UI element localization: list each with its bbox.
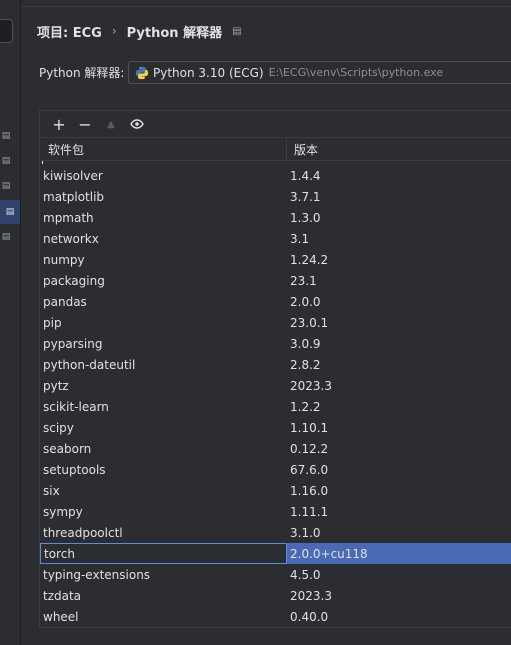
add-package-button[interactable]: + [46,113,72,135]
package-name-cell: scipy [43,420,74,435]
breadcrumb-page: Python 解释器 [126,25,223,41]
package-version-cell: 1.4.4 [290,168,321,183]
package-name-cell: pip [43,315,62,330]
package-version-cell: 3.0.9 [290,336,321,351]
interpreter-select[interactable]: Python 3.10 (ECG) E:\ECG\venv\Scripts\py… [128,61,511,84]
show-early-releases-button[interactable] [124,113,150,135]
package-name-cell: networkx [43,231,99,246]
package-name-cell: setuptools [43,462,106,477]
package-version-cell: 1.3.0 [290,210,321,225]
package-version-cell: 1.11.1 [290,504,329,519]
table-row[interactable]: seaborn 0.12.2 [40,438,511,459]
package-version-cell: 1.24.2 [290,252,329,267]
breadcrumb-project[interactable]: 项目: ECG [37,22,102,41]
divider [21,6,511,7]
interpreter-label: Python 解释器: [39,66,125,80]
package-name-cell: seaborn [43,441,92,456]
table-header: 软件包 版本 [40,137,511,161]
package-name-cell: typing-extensions [43,567,151,582]
package-version-cell: 2.0.0 [290,294,321,309]
settings-search-field[interactable] [0,19,13,43]
table-row[interactable]: mpmath 1.3.0 [40,207,511,228]
package-name-cell: python-dateutil [43,357,136,372]
table-row[interactable]: pandas 2.0.0 [40,291,511,312]
package-version-cell: 23.1 [290,273,317,288]
package-version-cell: 1.16.0 [290,483,329,498]
table-row[interactable]: scipy 1.10.1 [40,417,511,438]
package-table: kiwisolver 1.4.4 matplotlib 3.7.1 mpmath 1.3.… [40,165,511,627]
package-name-cell: pandas [43,294,87,309]
package-name-cell: kiwisolver [43,168,103,183]
table-row[interactable]: threadpoolctl 3.1.0 [40,522,511,543]
interpreter-path: E:\ECG\venv\Scripts\python.exe [268,66,444,79]
interpreter-name: Python 3.10 (ECG) [153,65,264,80]
settings-page-icon[interactable]: ▤ [1,132,11,141]
package-version-cell: 2.0.0+cu118 [287,543,511,564]
package-name-cell: pyparsing [43,336,103,351]
package-panel: + − ▲ 软件包 版本 kiwisolver 1.4.4 matplotlib 3.… [39,110,511,628]
package-name-cell: six [43,483,60,498]
settings-sidebar: ▤ ▤ ▤ ▤ ▤ [0,0,21,645]
package-name-cell: numpy [43,252,85,267]
package-version-cell: 4.5.0 [290,567,321,582]
package-name-cell: tzdata [43,588,82,603]
text-cursor [42,161,43,164]
package-name-cell: scikit-learn [43,399,109,414]
table-row[interactable]: packaging 23.1 [40,270,511,291]
package-version-cell: 23.0.1 [290,315,329,330]
package-version-cell: 3.1 [290,231,310,246]
project-scope-icon: ▤ [232,25,242,37]
package-name-cell: packaging [43,273,105,288]
table-row[interactable]: python-dateutil 2.8.2 [40,354,511,375]
package-name-cell: matplotlib [43,189,105,204]
table-row[interactable]: pyparsing 3.0.9 [40,333,511,354]
package-version-cell: 1.2.2 [290,399,321,414]
table-row[interactable]: tzdata 2023.3 [40,585,511,606]
column-header-version[interactable]: 版本 [287,138,318,160]
column-header-package[interactable]: 软件包 [40,138,287,160]
package-name-cell: wheel [43,609,79,624]
package-name-cell: torch [40,543,287,564]
table-row[interactable]: typing-extensions 4.5.0 [40,564,511,585]
package-name-cell: sympy [43,504,83,519]
table-row[interactable]: matplotlib 3.7.1 [40,186,511,207]
package-version-cell: 0.12.2 [290,441,329,456]
package-version-cell: 2023.3 [290,588,332,603]
table-row[interactable]: wheel 0.40.0 [40,606,511,627]
table-row[interactable]: networkx 3.1 [40,228,511,249]
python-icon [135,66,149,79]
chevron-right-icon: › [111,24,117,38]
table-row[interactable]: setuptools 67.6.0 [40,459,511,480]
package-toolbar: + − ▲ [40,111,511,137]
package-version-cell: 3.7.1 [290,189,321,204]
package-version-cell: 2023.3 [290,378,332,393]
package-version-cell: 1.10.1 [290,420,329,435]
table-row[interactable]: numpy 1.24.2 [40,249,511,270]
package-name-cell: threadpoolctl [43,525,123,540]
eye-icon [130,119,144,129]
package-name-cell: pytz [43,378,69,393]
settings-page-icon[interactable]: ▤ [1,233,11,242]
table-row[interactable]: sympy 1.11.1 [40,501,511,522]
upgrade-package-button[interactable]: ▲ [98,113,124,135]
settings-page-icon[interactable]: ▤ [1,157,11,166]
package-version-cell: 3.1.0 [290,525,321,540]
table-row[interactable]: six 1.16.0 [40,480,511,501]
table-row[interactable]: pytz 2023.3 [40,375,511,396]
package-version-cell: 2.8.2 [290,357,321,372]
settings-page-icon[interactable]: ▤ [1,182,11,191]
package-name-cell: mpmath [43,210,94,225]
table-row[interactable]: kiwisolver 1.4.4 [40,165,511,186]
table-row-selected[interactable]: torch 2.0.0+cu118 [40,543,511,564]
settings-page-icon-selected[interactable]: ▤ [0,200,20,224]
table-row[interactable]: scikit-learn 1.2.2 [40,396,511,417]
package-version-cell: 0.40.0 [290,609,329,624]
table-row[interactable]: pip 23.0.1 [40,312,511,333]
breadcrumb: 项目: ECG › Python 解释器 ▤ [37,22,242,41]
package-version-cell: 67.6.0 [290,462,329,477]
remove-package-button[interactable]: − [72,113,98,135]
